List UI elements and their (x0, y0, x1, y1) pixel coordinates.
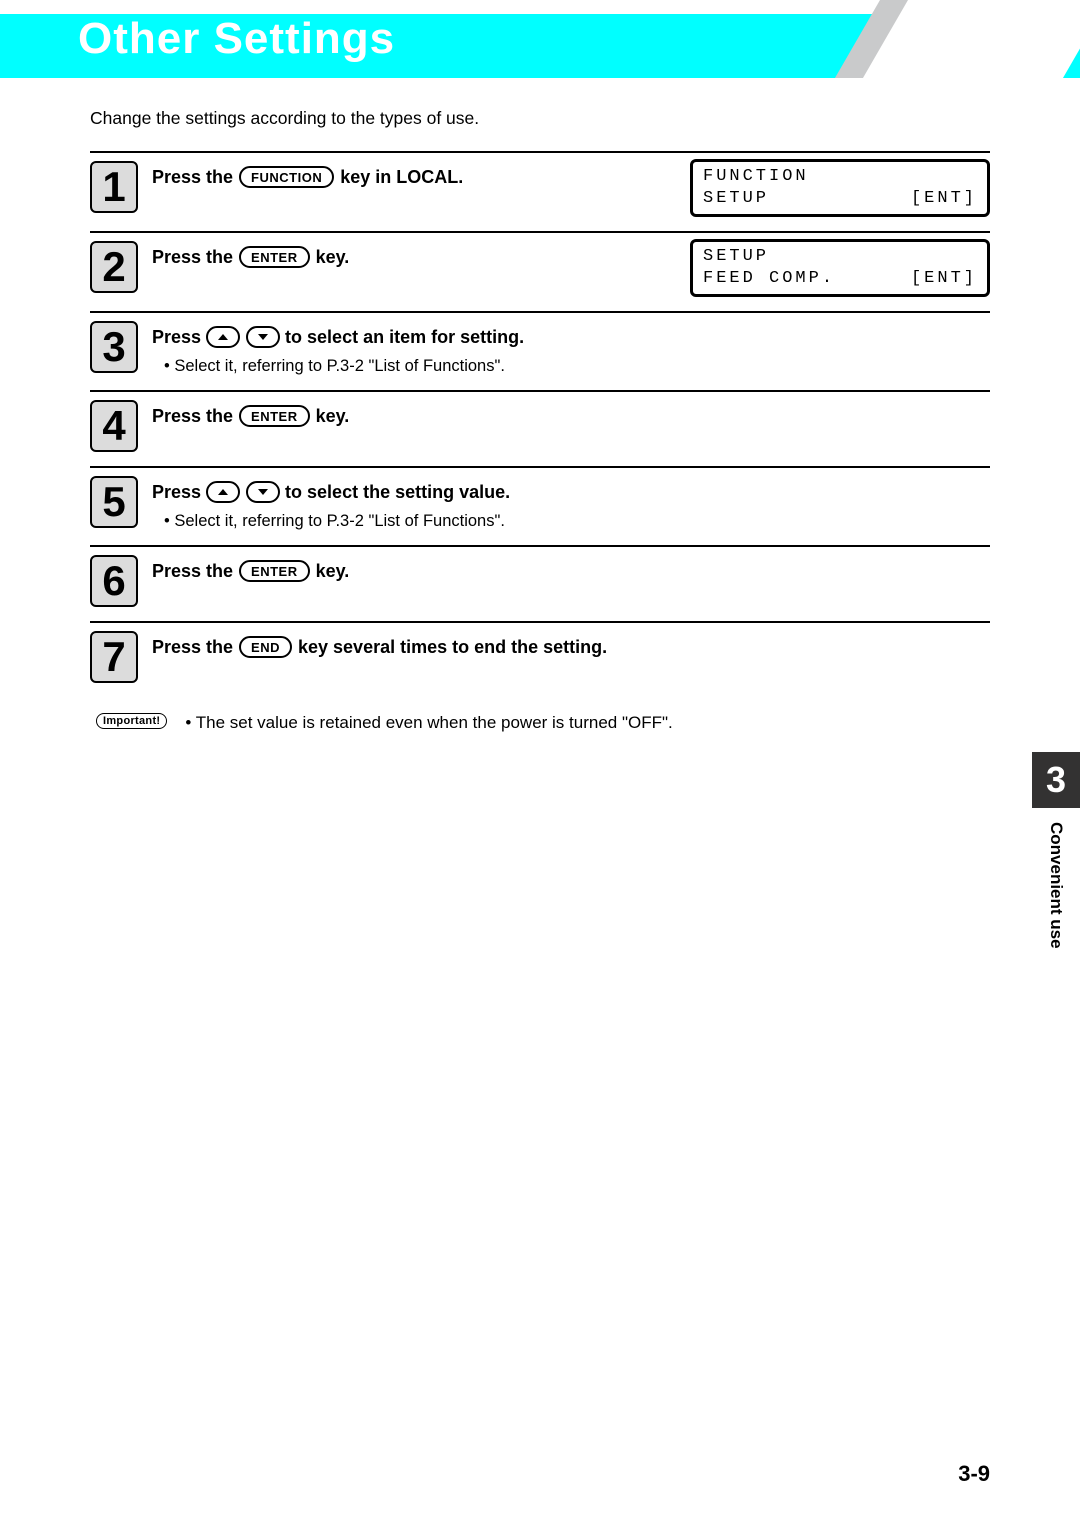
enter-key: ENTER (239, 560, 310, 582)
chapter-number: 3 (1032, 752, 1080, 808)
enter-key: ENTER (239, 405, 310, 427)
step-body: Press the ENTER key. (152, 555, 990, 585)
step-number: 5 (90, 476, 138, 528)
step-instruction: Press the ENTER key. (152, 402, 990, 430)
step-row: 2Press the ENTER key.SETUPFEED COMP.[ENT… (90, 231, 990, 311)
end-key: END (239, 636, 292, 658)
arrow-down-icon (246, 481, 280, 503)
arrow-down-icon (246, 326, 280, 348)
lcd-line2: FEED COMP.[ENT] (703, 268, 977, 290)
lcd-line1: FUNCTION (703, 166, 977, 188)
step-number: 2 (90, 241, 138, 293)
page-title: Other Settings (78, 14, 395, 64)
lcd-display: FUNCTIONSETUP[ENT] (690, 159, 990, 217)
chapter-tab: 3 Convenient use (1032, 752, 1080, 992)
intro-text: Change the settings according to the typ… (90, 108, 990, 129)
important-badge: Important! (96, 713, 167, 729)
arrow-up-icon (206, 481, 240, 503)
step-instruction: Press to select an item for setting. (152, 323, 990, 351)
step-row: 5 Press to select the setting value. • Sel… (90, 466, 990, 545)
step-number: 3 (90, 321, 138, 373)
step-body: Press to select the setting value. • Sele… (152, 476, 990, 531)
step-row: 7 Press the END key several times to end … (90, 621, 990, 697)
page-content: Change the settings according to the typ… (0, 78, 1080, 733)
page-header: Other Settings (0, 0, 1080, 78)
step-number: 6 (90, 555, 138, 607)
step-note: • Select it, referring to P.3-2 "List of… (164, 512, 990, 531)
step-row: 3 Press to select an item for setting. • S… (90, 311, 990, 390)
lcd-line1: SETUP (703, 246, 977, 268)
step-body: Press the ENTER key. (152, 241, 690, 271)
chapter-label: Convenient use (1046, 822, 1066, 949)
step-instruction: Press the FUNCTION key in LOCAL. (152, 163, 690, 191)
step-note: • Select it, referring to P.3-2 "List of… (164, 357, 990, 376)
step-number: 4 (90, 400, 138, 452)
step-body: Press the FUNCTION key in LOCAL. (152, 161, 690, 191)
step-row: 1Press the FUNCTION key in LOCAL.FUNCTIO… (90, 151, 990, 231)
step-number: 1 (90, 161, 138, 213)
step-row: 4 Press the ENTER key. (90, 390, 990, 466)
step-instruction: Press the END key several times to end t… (152, 633, 990, 661)
step-instruction: Press the ENTER key. (152, 243, 690, 271)
step-body: Press the END key several times to end t… (152, 631, 990, 661)
lcd-display: SETUPFEED COMP.[ENT] (690, 239, 990, 297)
lcd-line2: SETUP[ENT] (703, 188, 977, 210)
step-body: Press the ENTER key. (152, 400, 990, 430)
arrow-up-icon (206, 326, 240, 348)
important-note: Important! • The set value is retained e… (90, 713, 990, 733)
important-text: • The set value is retained even when th… (185, 713, 672, 733)
page-number: 3-9 (958, 1461, 990, 1487)
function-key: FUNCTION (239, 166, 334, 188)
step-instruction: Press to select the setting value. (152, 478, 990, 506)
step-body: Press to select an item for setting. • Se… (152, 321, 990, 376)
step-row: 6 Press the ENTER key. (90, 545, 990, 621)
step-instruction: Press the ENTER key. (152, 557, 990, 585)
step-number: 7 (90, 631, 138, 683)
enter-key: ENTER (239, 246, 310, 268)
